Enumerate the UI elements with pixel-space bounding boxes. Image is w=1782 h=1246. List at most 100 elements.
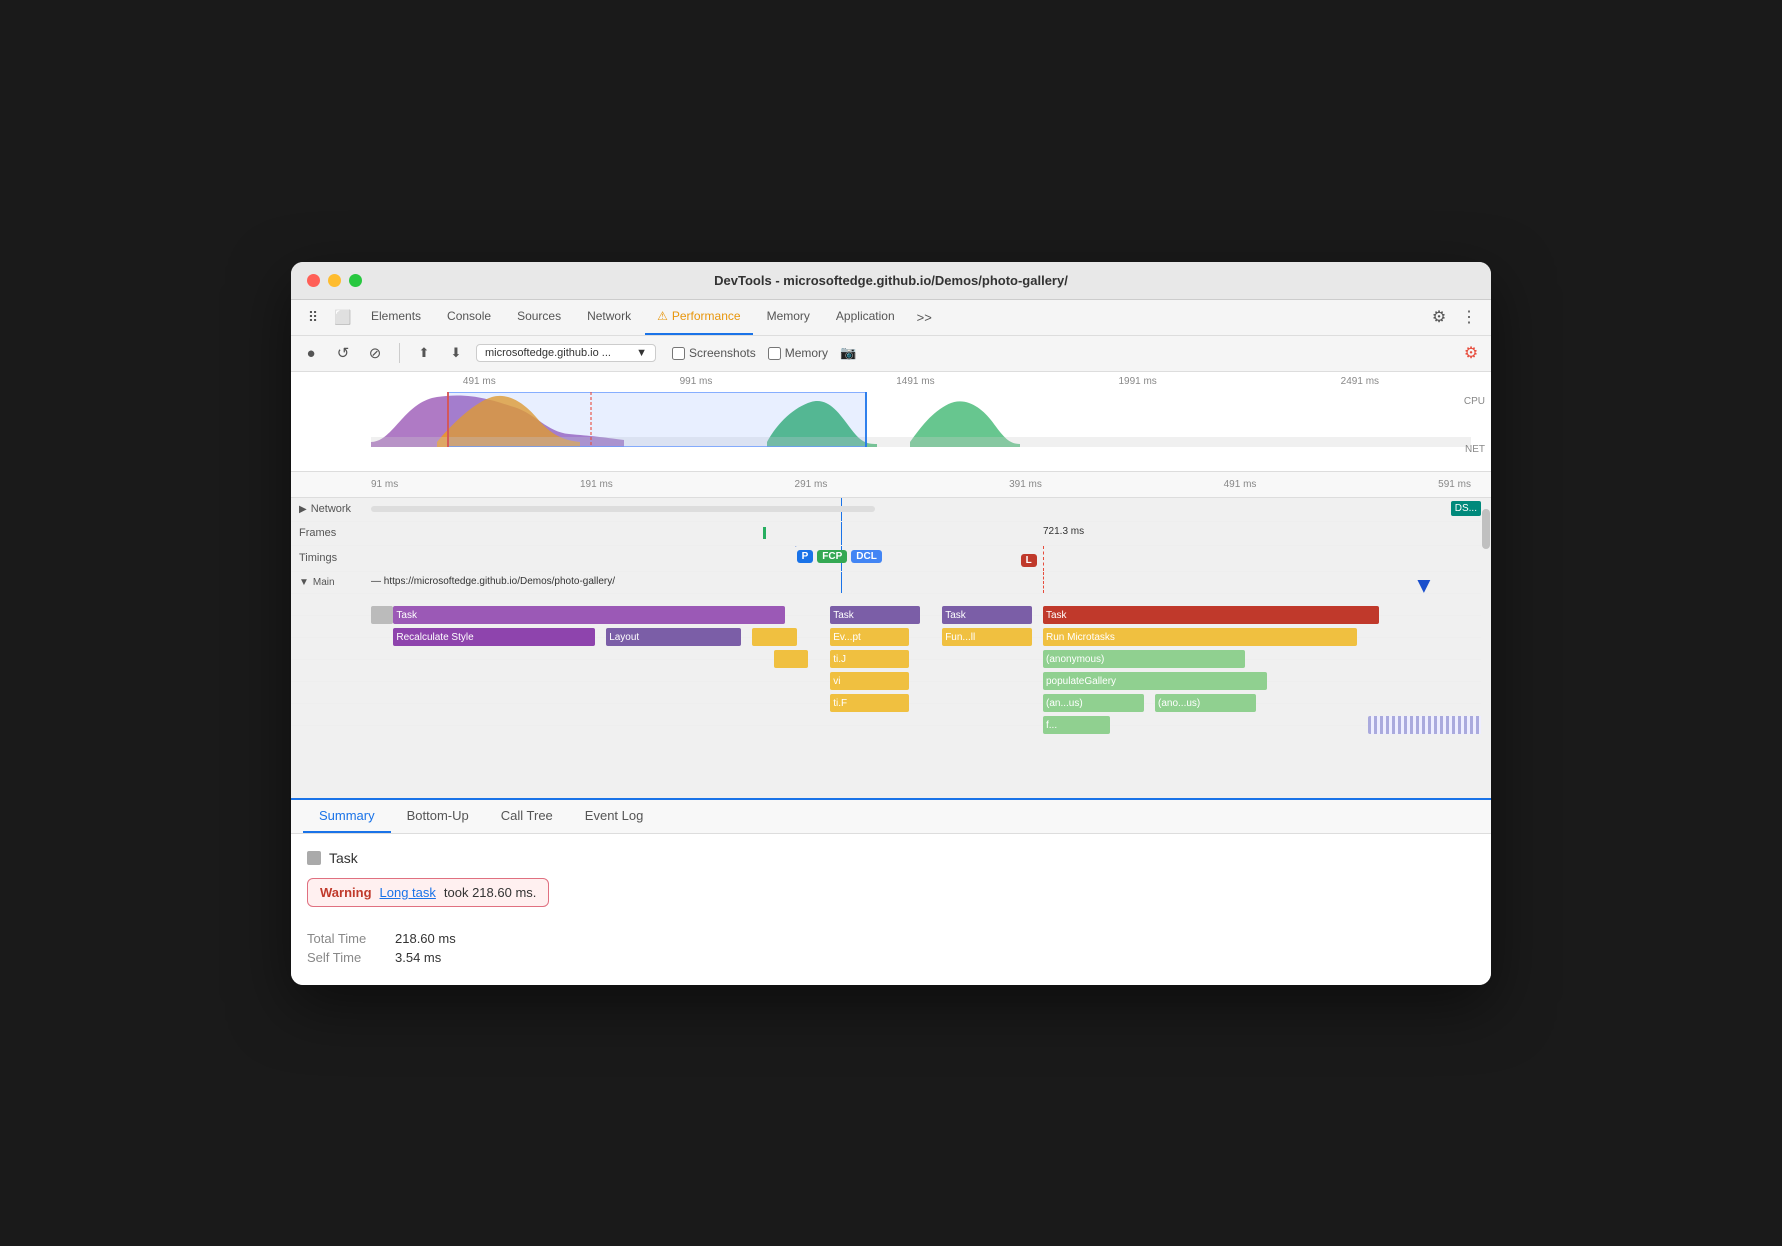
- memory-checkbox-label[interactable]: Memory: [768, 346, 828, 360]
- vertical-scrollbar[interactable]: [1481, 498, 1491, 798]
- summary-panel: Task Warning Long task took 218.60 ms. T…: [291, 834, 1491, 985]
- url-dropdown-icon: ▼: [636, 347, 647, 359]
- network-label: ▶ Network: [291, 503, 371, 515]
- tab-sources[interactable]: Sources: [505, 300, 573, 335]
- main-red-line: [1043, 572, 1044, 593]
- bottom-tab-bar: Summary Bottom-Up Call Tree Event Log: [291, 800, 1491, 834]
- tab-memory[interactable]: Memory: [755, 300, 822, 335]
- camera-icon[interactable]: 📷: [836, 341, 860, 365]
- task-color-icon: [307, 851, 321, 865]
- url-display[interactable]: microsoftedge.github.io ... ▼: [476, 344, 656, 362]
- record-button[interactable]: ●: [299, 341, 323, 365]
- inspect-icon[interactable]: ⠿: [299, 303, 327, 331]
- frames-blue-line: [841, 522, 842, 545]
- tab-summary[interactable]: Summary: [303, 800, 391, 833]
- timing-badges: P FCP DCL: [797, 550, 884, 563]
- timing-label: 721.3 ms: [1043, 526, 1084, 537]
- task-row-5: ti.F (an...us) (ano...us): [291, 682, 1491, 704]
- memory-checkbox[interactable]: [768, 347, 781, 360]
- tab-network[interactable]: Network: [575, 300, 643, 335]
- refresh-record-button[interactable]: ↺: [331, 341, 355, 365]
- clear-button[interactable]: ⊘: [363, 341, 387, 365]
- arrow-3: ▲: [1413, 574, 1435, 600]
- device-icon[interactable]: ⬜: [329, 303, 357, 331]
- close-button[interactable]: [307, 274, 320, 287]
- total-time-value: 218.60 ms: [395, 931, 456, 946]
- main-blue-line: [841, 572, 842, 593]
- tab-performance[interactable]: ⚠ Performance: [645, 300, 752, 335]
- total-time-row: Total Time 218.60 ms: [307, 931, 1475, 946]
- frame-marker: [763, 527, 766, 539]
- more-options-icon[interactable]: ⋮: [1455, 303, 1483, 331]
- traffic-lights: [307, 274, 362, 287]
- main-url-content: — https://microsoftedge.github.io/Demos/…: [371, 572, 1491, 593]
- maximize-button[interactable]: [349, 274, 362, 287]
- tab-event-log[interactable]: Event Log: [569, 800, 660, 833]
- network-row: ▶ Network DS...: [291, 498, 1491, 522]
- screenshots-label: Screenshots: [689, 346, 756, 360]
- timings-content: P FCP DCL L ▲ ▲: [371, 546, 1491, 571]
- main-label: ▼ Main: [291, 577, 371, 588]
- tab-call-tree[interactable]: Call Tree: [485, 800, 569, 833]
- main-text: Main: [313, 577, 335, 588]
- timings-label: Timings: [291, 552, 371, 564]
- arrow-1: ▲: [785, 546, 807, 554]
- flame-chart[interactable]: ▶ Network DS... Frames: [291, 498, 1491, 798]
- self-time-value: 3.54 ms: [395, 950, 441, 965]
- cpu-chart: [371, 392, 1471, 447]
- long-task-link[interactable]: Long task: [380, 885, 436, 900]
- checkbox-group: Screenshots Memory: [672, 346, 828, 360]
- arrow-2: ▲: [763, 546, 785, 550]
- task-label: Task: [329, 850, 358, 866]
- top-ruler: 491 ms 991 ms 1491 ms 1991 ms 2491 ms: [371, 376, 1471, 387]
- network-content: DS...: [371, 498, 1491, 521]
- screenshots-checkbox-label[interactable]: Screenshots: [672, 346, 756, 360]
- striped-right: [1368, 716, 1489, 734]
- timings-row: Timings P FCP DCL L ▲ ▲: [291, 546, 1491, 572]
- screenshots-checkbox[interactable]: [672, 347, 685, 360]
- settings-icon[interactable]: ⚙: [1425, 303, 1453, 331]
- download-button[interactable]: ⬇: [444, 341, 468, 365]
- minimize-button[interactable]: [328, 274, 341, 287]
- tab-bottom-up[interactable]: Bottom-Up: [391, 800, 485, 833]
- badge-fcp: FCP: [817, 550, 847, 563]
- f-block[interactable]: f...: [1043, 716, 1110, 734]
- devtools-window: DevTools - microsoftedge.github.io/Demos…: [291, 262, 1491, 985]
- task-header: Task: [307, 850, 1475, 866]
- main-row: ▼ Main — https://microsoftedge.github.io…: [291, 572, 1491, 594]
- task-row-6: f...: [291, 704, 1491, 726]
- tab-application[interactable]: Application: [824, 300, 907, 335]
- warning-text: took 218.60 ms.: [444, 885, 537, 900]
- bottom-panel: Summary Bottom-Up Call Tree Event Log Ta…: [291, 798, 1491, 985]
- task-row-1: Task Task Task Task: [291, 594, 1491, 616]
- timeline-overview[interactable]: 491 ms 991 ms 1491 ms 1991 ms 2491 ms: [291, 372, 1491, 472]
- task-row-2: Recalculate Style Layout Ev...pt Fun...l…: [291, 616, 1491, 638]
- self-time-label: Self Time: [307, 950, 387, 965]
- scrollbar-thumb[interactable]: [1482, 509, 1490, 549]
- warning-container: Warning Long task took 218.60 ms.: [307, 878, 1475, 919]
- perf-settings-icon[interactable]: ⚙: [1459, 341, 1483, 365]
- window-title: DevTools - microsoftedge.github.io/Demos…: [714, 273, 1068, 288]
- timings-red-line: [1043, 546, 1044, 571]
- task-row-4: vi populateGallery: [291, 660, 1491, 682]
- cpu-label: CPU: [1464, 396, 1485, 407]
- net-label: NET: [1465, 444, 1485, 455]
- more-tabs-button[interactable]: >>: [909, 310, 940, 325]
- performance-toolbar: ● ↺ ⊘ ⬆ ⬇ microsoftedge.github.io ... ▼ …: [291, 336, 1491, 372]
- devtools-tab-bar: ⠿ ⬜ Elements Console Sources Network ⚠ P…: [291, 300, 1491, 336]
- frames-row: Frames 721.3 ms: [291, 522, 1491, 546]
- upload-button[interactable]: ⬆: [412, 341, 436, 365]
- ds-block: DS...: [1451, 501, 1481, 516]
- frames-label: Frames: [291, 527, 371, 539]
- tab-elements[interactable]: Elements: [359, 300, 433, 335]
- badge-dcl: DCL: [851, 550, 882, 563]
- self-time-row: Self Time 3.54 ms: [307, 950, 1475, 965]
- task-row-3: ti.J (anonymous): [291, 638, 1491, 660]
- total-time-label: Total Time: [307, 931, 387, 946]
- warning-row: Warning Long task took 218.60 ms.: [307, 878, 549, 907]
- tab-console[interactable]: Console: [435, 300, 503, 335]
- warning-label: Warning: [320, 885, 372, 900]
- badge-l: L: [1021, 554, 1037, 567]
- frames-content: 721.3 ms: [371, 522, 1491, 545]
- warning-icon: ⚠: [657, 309, 668, 323]
